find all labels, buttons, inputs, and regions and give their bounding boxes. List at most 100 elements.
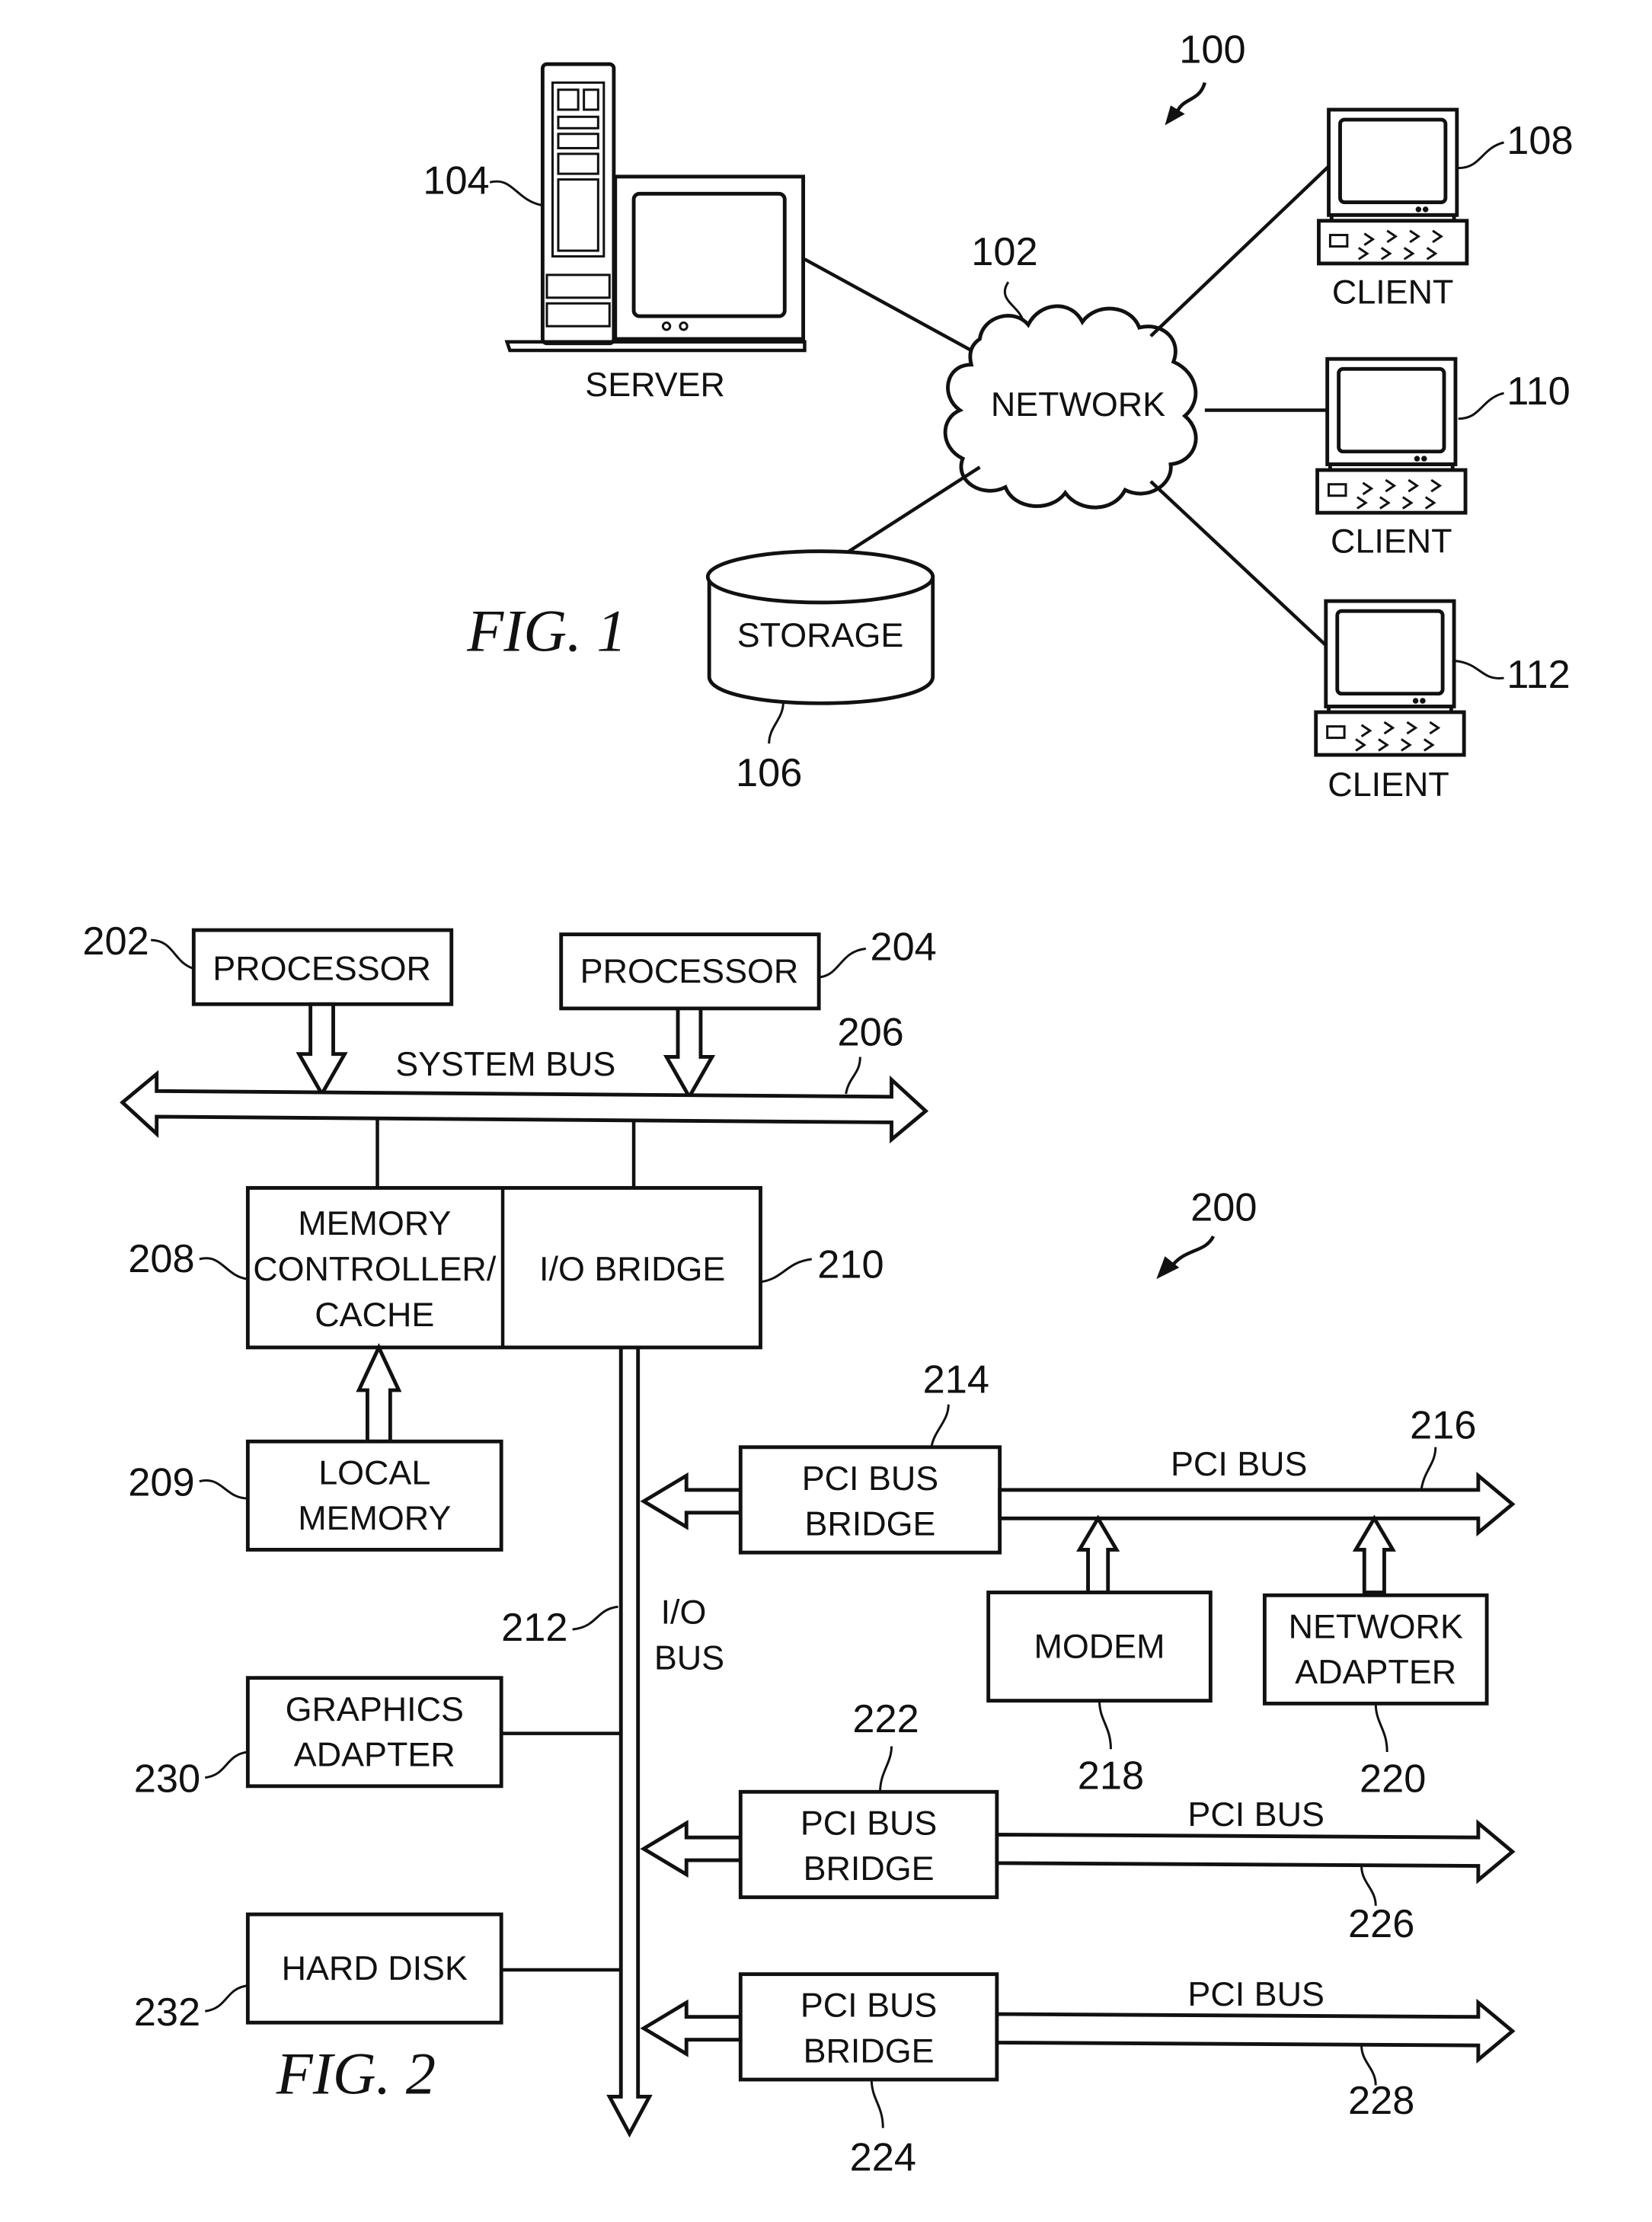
ref-214: 214 bbox=[923, 1358, 989, 1402]
client-108-label: CLIENT bbox=[1332, 272, 1454, 311]
ref-214-leader bbox=[930, 1404, 950, 1448]
ref-200: 200 bbox=[1190, 1185, 1257, 1229]
ref-112-leader bbox=[1455, 660, 1504, 679]
ref-232: 232 bbox=[134, 1990, 200, 2035]
network-label: NETWORK bbox=[991, 385, 1165, 424]
ref-110-leader bbox=[1458, 392, 1504, 420]
hard-disk-label: HARD DISK bbox=[282, 1949, 468, 1987]
storage-label: STORAGE bbox=[737, 615, 904, 654]
processor-204-label: PROCESSOR bbox=[580, 951, 799, 990]
graphics-adapter-label-line1: GRAPHICS bbox=[286, 1690, 464, 1728]
server-label: SERVER bbox=[585, 365, 725, 404]
ref-210-leader bbox=[760, 1258, 812, 1284]
ref-108-leader bbox=[1458, 141, 1504, 170]
pci-bridge-224-label-line2: BRIDGE bbox=[804, 2032, 935, 2070]
ref-106: 106 bbox=[736, 751, 802, 795]
ref-218: 218 bbox=[1078, 1754, 1144, 1798]
system-bus-arrow bbox=[120, 1069, 929, 1144]
ref-208: 208 bbox=[128, 1237, 194, 1281]
client-112-label: CLIENT bbox=[1328, 765, 1449, 804]
pci-bus-216-arrow bbox=[998, 1471, 1516, 1537]
server-icon bbox=[504, 62, 807, 353]
pci-bus-216-label: PCI BUS bbox=[1171, 1444, 1307, 1483]
ref-110: 110 bbox=[1507, 369, 1570, 414]
ref-230: 230 bbox=[134, 1757, 200, 1801]
ref-202: 202 bbox=[82, 919, 149, 964]
network-adapter-label-line2: ADAPTER bbox=[1295, 1652, 1456, 1691]
fig1: 100 104 SERVER NETWORK 102 108 CLIENT 11… bbox=[423, 27, 1573, 804]
client-110-icon bbox=[1315, 356, 1468, 515]
processor-202-label: PROCESSOR bbox=[212, 948, 431, 987]
pci-bus-226-label: PCI BUS bbox=[1187, 1795, 1324, 1834]
ref-224: 224 bbox=[850, 2136, 916, 2180]
ref-102-leader bbox=[1003, 281, 1024, 320]
pci-bridge-224-label-line1: PCI BUS bbox=[800, 1986, 937, 2025]
client-112-icon bbox=[1314, 599, 1466, 757]
pci-bus-228-label: PCI BUS bbox=[1187, 1974, 1324, 2013]
ref-209-leader bbox=[199, 1479, 248, 1500]
ref-206: 206 bbox=[837, 1010, 903, 1054]
ref-222: 222 bbox=[852, 1697, 919, 1741]
fig2: 200 PROCESSOR 202 PROCESSOR 204 SYSTEM B… bbox=[82, 919, 1516, 2180]
ref-104-leader bbox=[489, 180, 542, 206]
processor-202-bus-arrow-icon bbox=[296, 1002, 348, 1098]
memctrl-label-line3: CACHE bbox=[315, 1295, 434, 1334]
ref-210: 210 bbox=[817, 1242, 884, 1287]
ref-100-leader bbox=[1174, 82, 1207, 115]
fig1-caption: FIG. 1 bbox=[466, 598, 626, 664]
io-bus-arrow bbox=[606, 1345, 653, 2138]
ref-220-leader bbox=[1374, 1703, 1388, 1752]
processor-204-bus-arrow-icon bbox=[663, 1006, 716, 1101]
ref-104: 104 bbox=[423, 158, 489, 203]
ref-212-leader bbox=[572, 1605, 618, 1631]
io-bus-label-line2: BUS bbox=[654, 1638, 724, 1677]
client-108-icon bbox=[1317, 107, 1469, 266]
local-memory-label-line1: LOCAL bbox=[318, 1453, 430, 1491]
ref-218-leader bbox=[1098, 1700, 1112, 1750]
pci-bridge-222-io-arrow-icon bbox=[640, 1820, 743, 1878]
iobridge-label: I/O BRIDGE bbox=[539, 1249, 725, 1288]
ref-228: 228 bbox=[1348, 2079, 1414, 2123]
pci-bridge-222-label-line1: PCI BUS bbox=[800, 1803, 937, 1842]
link-server-network bbox=[804, 257, 973, 352]
network-adapter-label-line1: NETWORK bbox=[1289, 1607, 1463, 1645]
system-bus-label: SYSTEM BUS bbox=[395, 1044, 615, 1083]
pci-bridge-214-io-arrow-icon bbox=[640, 1472, 743, 1530]
link-network-client-112 bbox=[1149, 480, 1329, 648]
ref-220: 220 bbox=[1360, 1757, 1426, 1801]
pci-bridge-222-label-line2: BRIDGE bbox=[804, 1849, 935, 1888]
modem-label: MODEM bbox=[1034, 1627, 1165, 1666]
ref-209: 209 bbox=[128, 1460, 194, 1504]
ref-204: 204 bbox=[870, 925, 936, 969]
io-bus-label-line1: I/O bbox=[661, 1593, 707, 1632]
ref-232-leader bbox=[205, 1984, 248, 2013]
patent-drawing-sheet: 100 104 SERVER NETWORK 102 108 CLIENT 11… bbox=[82, 27, 1573, 2180]
pci-bridge-214-label-line1: PCI BUS bbox=[802, 1459, 938, 1498]
ref-204-leader bbox=[820, 947, 867, 979]
ref-102: 102 bbox=[971, 230, 1037, 274]
ref-100: 100 bbox=[1179, 27, 1245, 72]
memctrl-label-line1: MEMORY bbox=[298, 1204, 451, 1242]
local-memory-label-line2: MEMORY bbox=[298, 1498, 451, 1537]
ref-230-leader bbox=[205, 1750, 248, 1779]
ref-108: 108 bbox=[1507, 119, 1573, 163]
client-110-label: CLIENT bbox=[1331, 522, 1452, 561]
ref-216: 216 bbox=[1410, 1404, 1476, 1448]
link-network-client-108 bbox=[1149, 158, 1337, 337]
memctrl-label-line2: CONTROLLER/ bbox=[253, 1249, 497, 1288]
ref-200-leader bbox=[1169, 1235, 1216, 1269]
ref-224-leader bbox=[870, 2079, 884, 2128]
ref-208-leader bbox=[199, 1257, 248, 1280]
ref-212: 212 bbox=[501, 1606, 567, 1650]
local-memory-arrow-icon bbox=[356, 1343, 402, 1444]
modem-arrow-icon bbox=[1076, 1514, 1120, 1594]
graphics-adapter-label-line2: ADAPTER bbox=[294, 1735, 455, 1774]
ref-112: 112 bbox=[1507, 653, 1570, 697]
ref-226: 226 bbox=[1348, 1902, 1414, 1946]
ref-222-leader bbox=[879, 1746, 893, 1792]
ref-216-leader bbox=[1420, 1447, 1437, 1491]
pci-bridge-214-label-line2: BRIDGE bbox=[804, 1504, 935, 1543]
network-adapter-arrow-icon bbox=[1352, 1514, 1396, 1594]
fig2-caption: FIG. 2 bbox=[276, 2041, 436, 2107]
pci-bridge-224-io-arrow-icon bbox=[640, 1999, 743, 2057]
